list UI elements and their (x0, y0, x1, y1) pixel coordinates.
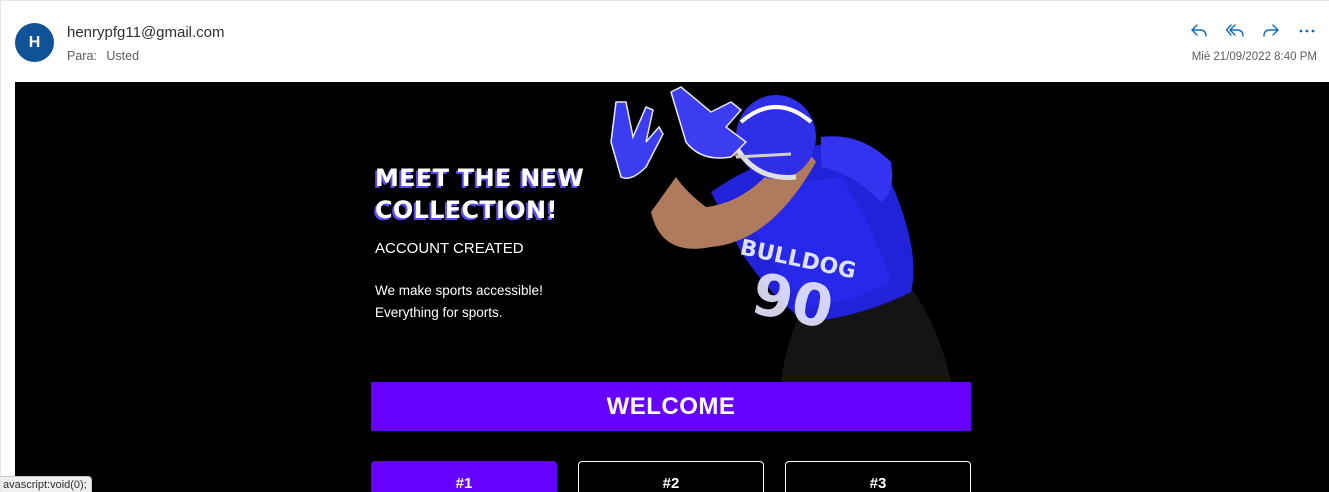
hero-text-line: Everything for sports. (375, 305, 503, 320)
welcome-banner: WELCOME (371, 382, 971, 431)
step-tabs: #1 #2 #3 (371, 461, 971, 492)
reply-all-button[interactable] (1223, 19, 1247, 43)
email-reading-pane: H henrypfg11@gmail.com Para: Usted Mié 2… (0, 0, 1329, 492)
avatar[interactable]: H (15, 23, 54, 62)
tab-3[interactable]: #3 (785, 461, 971, 492)
message-actions (1187, 19, 1319, 43)
forward-button[interactable] (1259, 19, 1283, 43)
message-date: Mié 21/09/2022 8:40 PM (1191, 51, 1317, 63)
more-actions-button[interactable] (1295, 19, 1319, 43)
forward-icon (1263, 24, 1279, 37)
email-body: MEET THE NEW COLLECTION! ACCOUNT CREATED… (15, 82, 1329, 492)
tab-1[interactable]: #1 (371, 461, 557, 492)
tab-2[interactable]: #2 (578, 461, 764, 492)
hero-text-line: We make sports accessible! (375, 283, 543, 298)
recipient-line: Para: Usted (67, 49, 139, 63)
more-icon (1299, 29, 1315, 33)
recipient-name[interactable]: Usted (106, 49, 139, 63)
hero-banner: MEET THE NEW COLLECTION! ACCOUNT CREATED… (371, 82, 971, 382)
football-player-image: BULLDOG 90 (610, 86, 951, 382)
browser-status-bar: avascript:void(0); (1, 476, 92, 492)
hero-text: We make sports accessible! Everything fo… (375, 280, 615, 324)
hero-subtitle: ACCOUNT CREATED (375, 240, 524, 257)
sender-email[interactable]: henrypfg11@gmail.com (67, 24, 225, 41)
reply-button[interactable] (1187, 19, 1211, 43)
reply-icon (1191, 24, 1207, 37)
reply-all-icon (1225, 24, 1244, 37)
to-label: Para: (67, 49, 97, 63)
